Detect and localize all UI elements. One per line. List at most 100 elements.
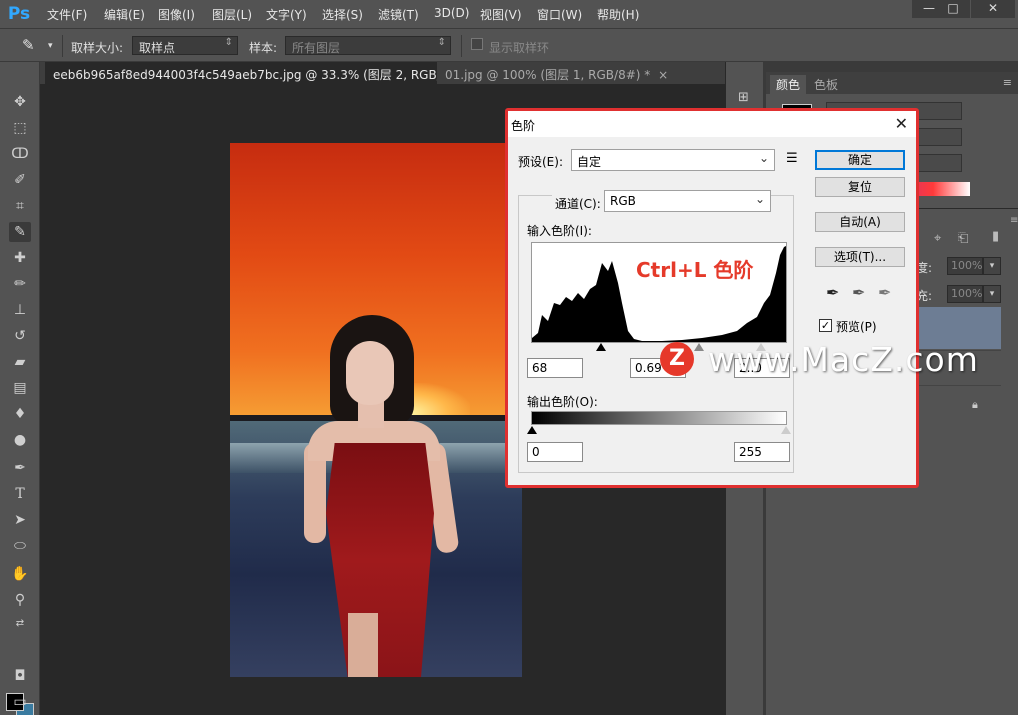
canvas-image[interactable] (230, 143, 522, 677)
eraser-icon[interactable]: ▰ (9, 352, 31, 372)
gradient-icon[interactable]: ▤ (9, 378, 31, 398)
dodge-icon[interactable]: ● (9, 430, 31, 450)
fill-dropdown-icon[interactable]: ▾ (983, 285, 1001, 303)
input-levels-label: 输入色阶(I): (527, 224, 592, 238)
show-ring-checkbox[interactable] (471, 38, 483, 50)
menu-window[interactable]: 窗口(W) (537, 6, 582, 23)
panel-menu-icon[interactable]: ≡ (1003, 76, 1012, 89)
menu-filter[interactable]: 滤镜(T) (378, 6, 419, 23)
reset-button[interactable]: 复位 (815, 177, 905, 197)
sample-size-select[interactable]: 取样点 ⇕ (132, 36, 238, 55)
history-brush-icon[interactable]: ↺ (9, 326, 31, 346)
preview-label: 预览(P) (836, 320, 877, 334)
tab-document-1[interactable]: eeb6b965af8ed944003f4c549aeb7bc.jpg @ 33… (45, 62, 489, 84)
watermark: Z www.MacZ.com (660, 340, 1000, 380)
ok-button[interactable]: 确定 (815, 150, 905, 170)
preset-select[interactable]: 自定 ⌄ (571, 149, 775, 171)
output-black-slider[interactable] (527, 426, 537, 434)
path-select-icon[interactable]: ➤ (9, 510, 31, 530)
screen-mode-icon[interactable]: ▭ (9, 692, 31, 712)
menu-edit[interactable]: 编辑(E) (104, 6, 145, 23)
opacity-dropdown-icon[interactable]: ▾ (983, 257, 1001, 275)
preset-value: 自定 (577, 155, 602, 169)
tab-label: 01.jpg @ 100% (图层 1, RGB/8#) * (445, 68, 651, 82)
menu-bar: Ps 文件(F) 编辑(E) 图像(I) 图层(L) 文字(Y) 选择(S) 滤… (0, 0, 1018, 28)
crop-icon[interactable]: ⌗ (9, 196, 31, 216)
black-eyedropper-icon[interactable]: ✒ (826, 283, 839, 302)
move-icon[interactable]: ✥ (9, 92, 31, 112)
layer-lock-icon: 🔒︎ (972, 398, 978, 411)
lock-icon[interactable]: ▮ (992, 229, 999, 244)
eyedropper-icon[interactable]: ✎ (9, 222, 31, 242)
close-window-button[interactable]: ✕ (971, 0, 1015, 18)
close-tab-icon[interactable]: × (658, 68, 668, 82)
brush-icon[interactable]: ✏ (9, 274, 31, 294)
close-icon[interactable]: ✕ (895, 114, 908, 133)
output-levels-label: 输出色阶(O): (527, 395, 598, 409)
sample-size-label: 取样大小: (71, 41, 124, 55)
lasso-icon[interactable]: ↀ (9, 144, 31, 164)
quick-select-icon[interactable]: ✐ (9, 170, 31, 190)
preview-checkbox[interactable]: ✓ (819, 319, 832, 332)
zoom-icon[interactable]: ⚲ (9, 590, 31, 610)
sample-label: 样本: (249, 41, 278, 55)
woman-leg (348, 613, 378, 677)
tab-color[interactable]: 颜色 (770, 75, 807, 94)
menu-layer[interactable]: 图层(L) (212, 6, 252, 23)
menu-help[interactable]: 帮助(H) (597, 6, 639, 23)
lock-all-icon[interactable]: ⎗ (958, 231, 968, 246)
options-button[interactable]: 选项(T)... (815, 247, 905, 267)
quick-mask-icon[interactable]: ◘ (9, 666, 31, 686)
input-black-slider[interactable] (596, 343, 606, 351)
tool-preset-dropdown-icon[interactable]: ▾ (48, 41, 53, 51)
history-panel-icon[interactable]: ⊞ (738, 90, 749, 105)
output-black-field[interactable]: 0 (527, 442, 583, 462)
menu-type[interactable]: 文字(Y) (266, 6, 307, 23)
fill-input[interactable]: 100% (947, 285, 983, 303)
white-eyedropper-icon[interactable]: ✒ (878, 283, 891, 302)
options-divider (461, 35, 462, 57)
ellipse-icon[interactable]: ⬭ (9, 536, 31, 556)
output-gradient (531, 411, 787, 425)
layer-row-background[interactable]: 🔒︎ (916, 385, 1001, 425)
tab-label: eeb6b965af8ed944003f4c549aeb7bc.jpg @ 33… (53, 68, 463, 82)
output-white-slider[interactable] (781, 426, 791, 434)
hand-icon[interactable]: ✋ (9, 564, 31, 584)
options-bar: ✎ ▾ 取样大小: 取样点 ⇕ 样本: 所有图层 ⇕ 显示取样环 (0, 28, 1018, 62)
input-black-field[interactable]: 68 (527, 358, 583, 378)
marquee-icon[interactable]: ⬚ (9, 118, 31, 138)
channel-label: 通道(C): (552, 195, 604, 212)
levels-dialog: 色阶 ✕ 预设(E): 自定 ⌄ ☰ 通道(C): RGB ⌄ 输入色阶(I):… (505, 108, 919, 488)
menu-view[interactable]: 视图(V) (480, 6, 522, 23)
eyedropper-icon[interactable]: ✎ (22, 36, 35, 54)
tab-document-2[interactable]: 01.jpg @ 100% (图层 1, RGB/8#) * × (437, 62, 677, 84)
gray-eyedropper-icon[interactable]: ✒ (852, 283, 865, 302)
menu-file[interactable]: 文件(F) (47, 6, 87, 23)
auto-button[interactable]: 自动(A) (815, 212, 905, 232)
type-icon[interactable]: T (9, 484, 31, 504)
document-tab-bar: eeb6b965af8ed944003f4c549aeb7bc.jpg @ 33… (40, 62, 725, 84)
shortcut-annotation: Ctrl+L 色阶 (636, 258, 754, 282)
menu-3d[interactable]: 3D(D) (434, 6, 469, 20)
channel-select[interactable]: RGB ⌄ (604, 190, 771, 212)
output-white-field[interactable]: 255 (734, 442, 790, 462)
sample-select[interactable]: 所有图层 ⇕ (285, 36, 451, 55)
watermark-text: www.MacZ.com (708, 340, 979, 379)
panel-menu-icon[interactable]: ≡ (1010, 215, 1018, 226)
healing-icon[interactable]: ✚ (9, 248, 31, 268)
maximize-button[interactable]: □ (936, 0, 970, 18)
menu-select[interactable]: 选择(S) (322, 6, 363, 23)
pen-icon[interactable]: ✒ (9, 458, 31, 478)
chevron-updown-icon: ⇕ (224, 37, 233, 48)
options-divider (62, 35, 63, 57)
sample-size-value: 取样点 (139, 41, 176, 55)
menu-image[interactable]: 图像(I) (158, 6, 195, 23)
opacity-input[interactable]: 100% (947, 257, 983, 275)
swap-colors-icon[interactable]: ⇄ (9, 614, 31, 634)
lock-transform-icon[interactable]: ⌖ (934, 231, 941, 246)
chevron-down-icon: ⌄ (758, 151, 769, 165)
tab-swatches[interactable]: 色板 (808, 75, 844, 94)
stamp-icon[interactable]: ⊥ (9, 300, 31, 320)
preset-options-icon[interactable]: ☰ (786, 151, 798, 166)
blur-icon[interactable]: ♦ (9, 404, 31, 424)
